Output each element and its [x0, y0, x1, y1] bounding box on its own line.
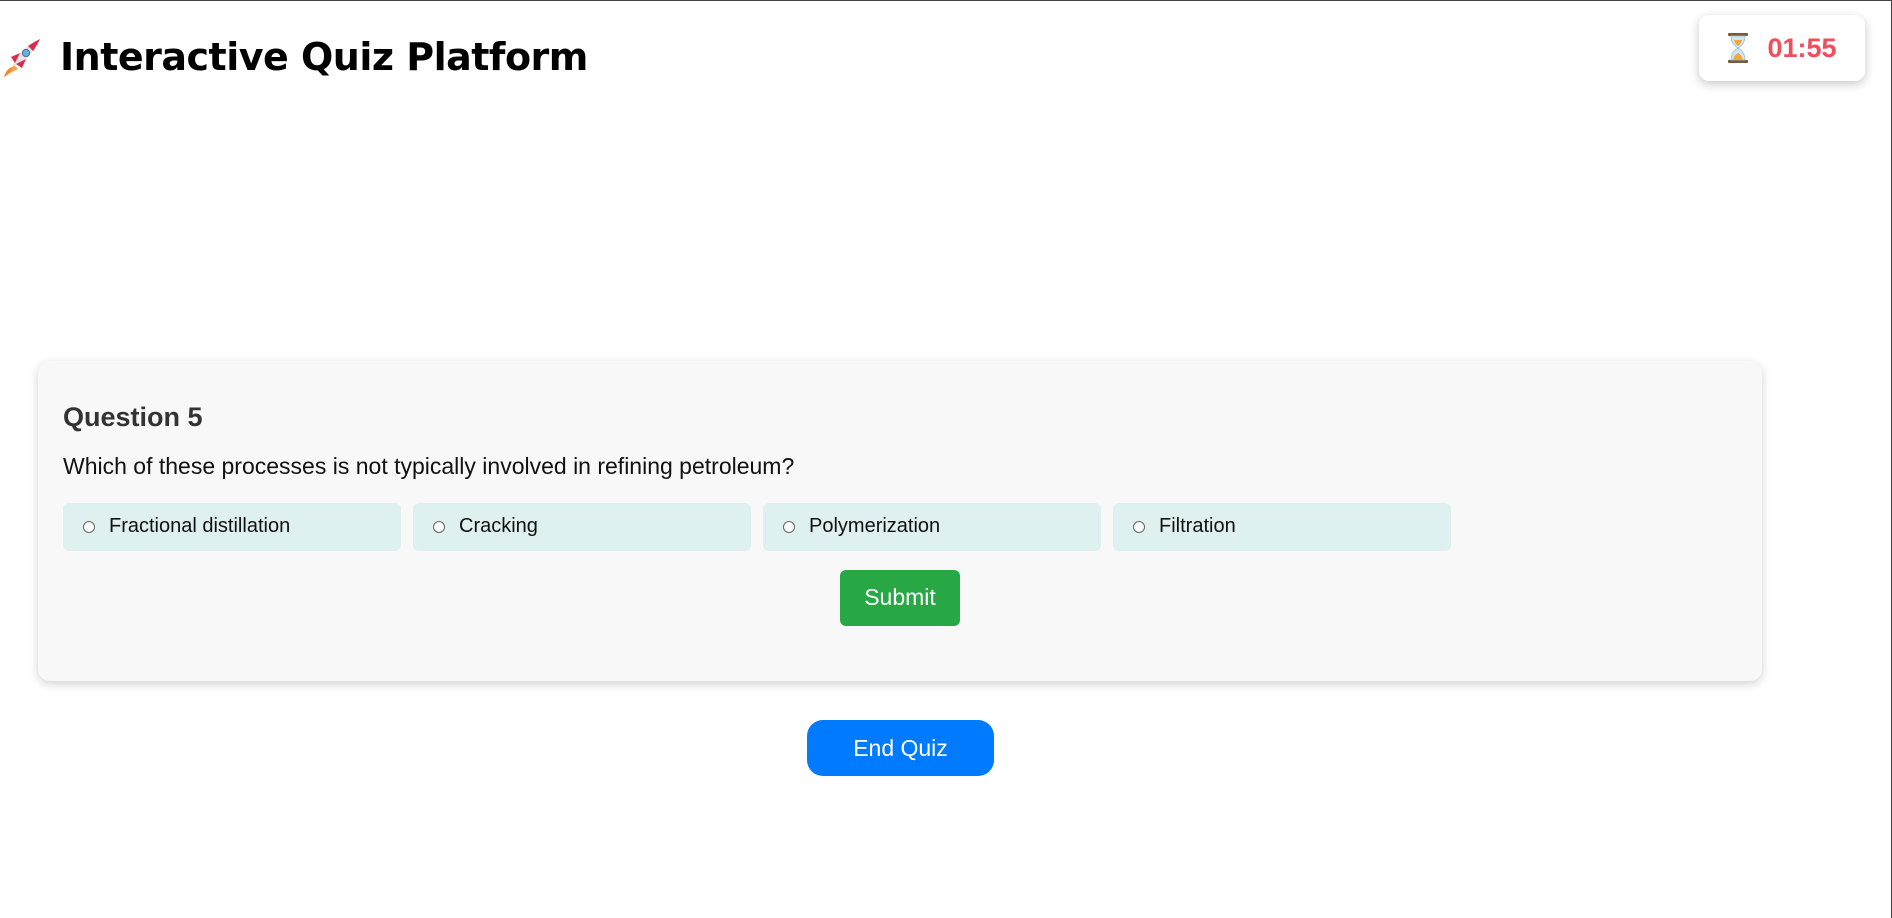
radio-button[interactable]	[1133, 520, 1145, 533]
radio-button[interactable]	[783, 520, 795, 533]
answer-options: Fractional distillation Cracking Polymer…	[63, 502, 1737, 551]
radio-button[interactable]	[433, 520, 445, 533]
page-title: Interactive Quiz Platform	[60, 35, 588, 79]
timer-value: 01:55	[1767, 32, 1837, 63]
hourglass-icon	[1728, 33, 1749, 63]
answer-option[interactable]: Fractional distillation	[63, 502, 401, 551]
submit-row: Submit	[63, 569, 1737, 626]
timer-badge: 01:55	[1699, 15, 1865, 81]
rocket-icon	[4, 39, 40, 77]
option-label: Fractional distillation	[109, 515, 291, 538]
radio-button[interactable]	[83, 520, 95, 533]
option-label: Polymerization	[809, 515, 941, 538]
answer-option[interactable]: Polymerization	[763, 502, 1101, 551]
answer-option[interactable]: Cracking	[413, 502, 751, 551]
question-text: Which of these processes is not typicall…	[63, 452, 795, 479]
submit-button[interactable]: Submit	[840, 569, 960, 626]
option-label: Cracking	[459, 515, 538, 538]
answer-option[interactable]: Filtration	[1113, 502, 1451, 551]
question-card: Question 5 Which of these processes is n…	[38, 361, 1762, 681]
option-label: Filtration	[1159, 515, 1236, 538]
page-header: Interactive Quiz Platform	[0, 29, 588, 85]
question-number: Question 5	[63, 402, 203, 432]
end-quiz-button[interactable]: End Quiz	[807, 720, 994, 776]
